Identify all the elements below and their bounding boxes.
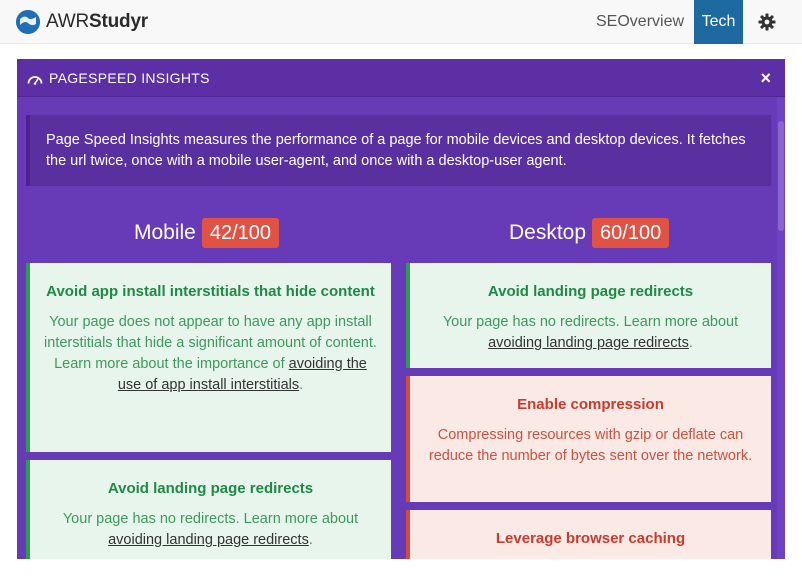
rule-description: Your page does not appear to have any ap… <box>42 312 379 396</box>
mobile-score-badge: 42/100 <box>201 218 280 249</box>
top-navbar: AWRStudyr SEOverview Tech <box>0 0 802 44</box>
desktop-rule-card: Leverage browser caching <box>406 510 771 559</box>
globe-logo-icon <box>16 10 40 34</box>
rule-title: Avoid landing page redirects <box>487 283 694 300</box>
desktop-rule-card: Enable compression Compressing resources… <box>406 376 771 502</box>
rule-text-end: . <box>308 532 313 548</box>
pagespeed-modal: PAGESPEED INSIGHTS × Page Speed Insights… <box>17 59 785 559</box>
rule-title: Enable compression <box>517 396 664 413</box>
learn-more-link[interactable]: avoiding landing page redirects <box>108 532 309 548</box>
desktop-label: Desktop <box>509 221 587 245</box>
nav-link-tech[interactable]: Tech <box>694 0 743 44</box>
intro-text: Page Speed Insights measures the perform… <box>26 115 771 186</box>
mobile-label: Mobile <box>134 221 196 245</box>
scrollbar-thumb[interactable] <box>778 121 784 231</box>
desktop-score-badge: 60/100 <box>592 218 670 249</box>
learn-more-link[interactable]: avoiding landing page redirects <box>488 335 689 351</box>
modal-title: PAGESPEED INSIGHTS <box>49 70 210 86</box>
rule-description: Your page has no redirects. Learn more a… <box>422 312 759 354</box>
rule-text: Your page has no redirects. Learn more a… <box>62 511 359 527</box>
modal-scrollbar[interactable] <box>777 97 785 559</box>
rule-title: Leverage browser caching <box>495 530 686 547</box>
mobile-rule-card: Avoid landing page redirects Your page h… <box>26 460 391 559</box>
brand-prefix: AWR <box>46 11 90 32</box>
nav-link-seoverview[interactable]: SEOverview <box>587 0 693 44</box>
close-button[interactable]: × <box>760 59 771 97</box>
rule-text-end: . <box>299 377 304 393</box>
mobile-heading: Mobile 42/100 <box>134 217 280 249</box>
gear-icon[interactable] <box>758 13 776 31</box>
speedometer-icon <box>27 72 43 85</box>
brand-home-link[interactable]: AWRStudyr <box>16 10 148 34</box>
rule-title: Avoid landing page redirects <box>107 480 314 497</box>
rule-description: Compressing resources with gzip or defla… <box>428 427 753 464</box>
rule-title: Avoid app install interstitials that hid… <box>46 283 375 300</box>
desktop-rule-card: Avoid landing page redirects Your page h… <box>406 263 771 368</box>
rule-description: Your page has no redirects. Learn more a… <box>42 509 379 551</box>
rule-text: Your page has no redirects. Learn more a… <box>442 314 739 330</box>
mobile-rule-card: Avoid app install interstitials that hid… <box>26 263 391 452</box>
desktop-heading: Desktop 60/100 <box>509 217 670 249</box>
brand-suffix: Studyr <box>89 11 149 32</box>
modal-header: PAGESPEED INSIGHTS × <box>17 59 785 97</box>
rule-text-end: . <box>688 335 693 351</box>
brand-name: AWRStudyr <box>46 11 148 33</box>
